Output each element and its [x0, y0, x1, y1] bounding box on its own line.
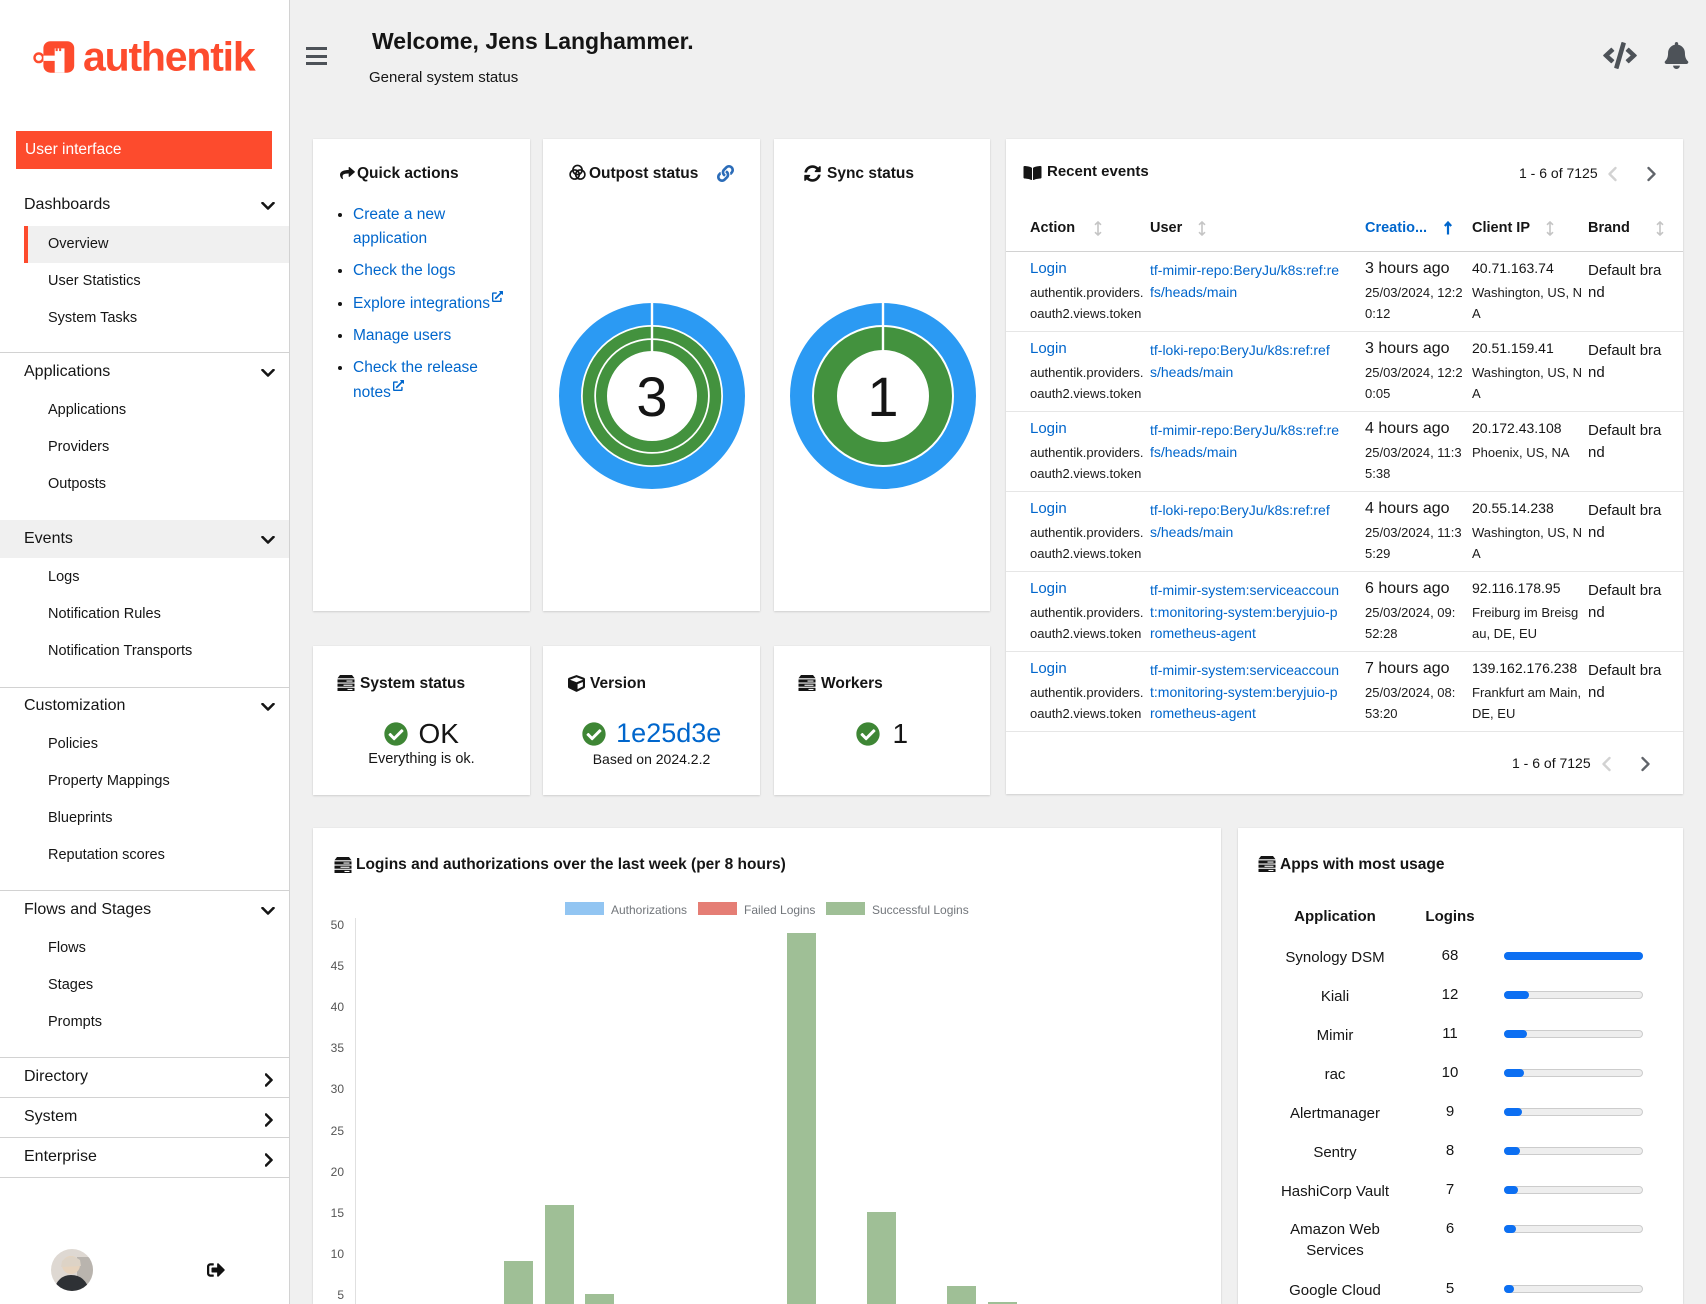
svg-text:authentik: authentik	[83, 36, 256, 80]
svg-text:1: 1	[867, 365, 898, 428]
svg-text:3: 3	[636, 365, 667, 428]
